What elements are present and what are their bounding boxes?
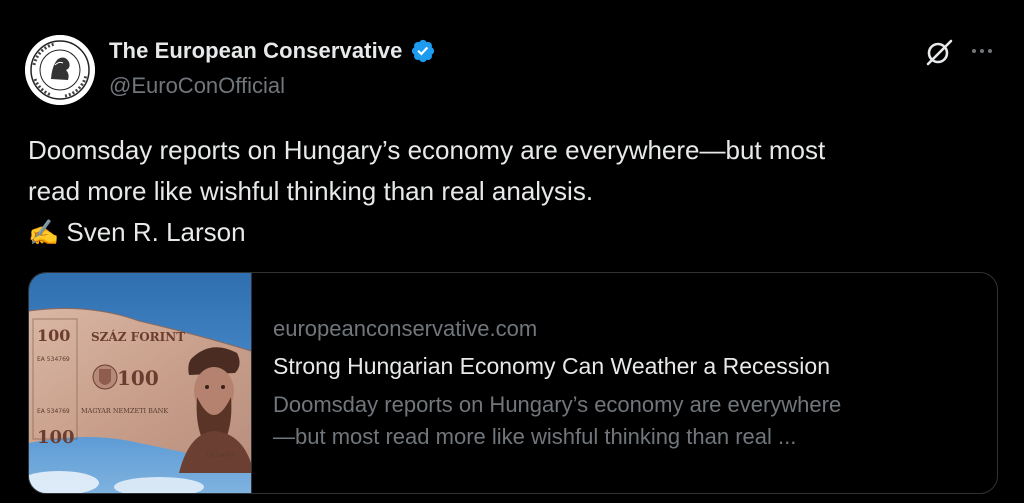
european-conservative-logo — [25, 35, 95, 105]
banknote-serial-right: EA 534769 — [207, 453, 234, 459]
writing-hand-icon: ✍️ — [28, 219, 60, 247]
tweet-text-line: read more like wishful thinking than rea… — [28, 176, 594, 206]
banknote-name: SZÁZ FORINT — [91, 329, 185, 344]
card-description[interactable]: Doomsday reports on Hungary’s economy ar… — [273, 389, 963, 453]
author-name-row[interactable]: The European Conservative — [109, 38, 436, 64]
banknote-serial-lower: EA 534769 — [37, 408, 70, 415]
card-description-line: —but most read more like wishful thinkin… — [273, 424, 797, 449]
banknote-value-corner: 100 — [37, 326, 70, 345]
banknote-value-center: 100 — [117, 366, 159, 390]
card-image[interactable]: 100 SZÁZ FORINT EA 534769 100 EA 534769 … — [29, 273, 252, 493]
author-display-name[interactable]: The European Conservative — [109, 38, 402, 64]
banknote-bank: MAGYAR NEMZETI BANK — [81, 407, 168, 415]
author-handle[interactable]: @EuroConOfficial — [109, 73, 285, 99]
tweet-author-line: ✍️ Sven R. Larson — [28, 212, 988, 253]
card-title[interactable]: Strong Hungarian Economy Can Weather a R… — [273, 352, 973, 380]
card-domain[interactable]: europeanconservative.com — [273, 315, 973, 343]
tweet-text: Doomsday reports on Hungary’s economy ar… — [28, 130, 988, 253]
more-dots-icon[interactable] — [966, 38, 998, 64]
link-card[interactable]: 100 SZÁZ FORINT EA 534769 100 EA 534769 … — [28, 272, 998, 494]
banknote-serial: EA 534769 — [37, 356, 70, 363]
grok-icon[interactable] — [924, 37, 954, 67]
tweet-text-line: Doomsday reports on Hungary’s economy ar… — [28, 135, 826, 165]
banknote-value-bottom: 100 — [37, 427, 75, 448]
card-text[interactable]: europeanconservative.com Strong Hungaria… — [273, 315, 973, 453]
verified-badge-icon[interactable] — [410, 38, 436, 64]
banknote-image: 100 SZÁZ FORINT EA 534769 100 EA 534769 … — [29, 273, 251, 493]
card-description-line: Doomsday reports on Hungary’s economy ar… — [273, 392, 842, 417]
article-author-name: Sven R. Larson — [66, 217, 246, 247]
avatar[interactable] — [25, 35, 95, 105]
tweet[interactable]: The European Conservative @EuroConOffici… — [0, 0, 1024, 503]
